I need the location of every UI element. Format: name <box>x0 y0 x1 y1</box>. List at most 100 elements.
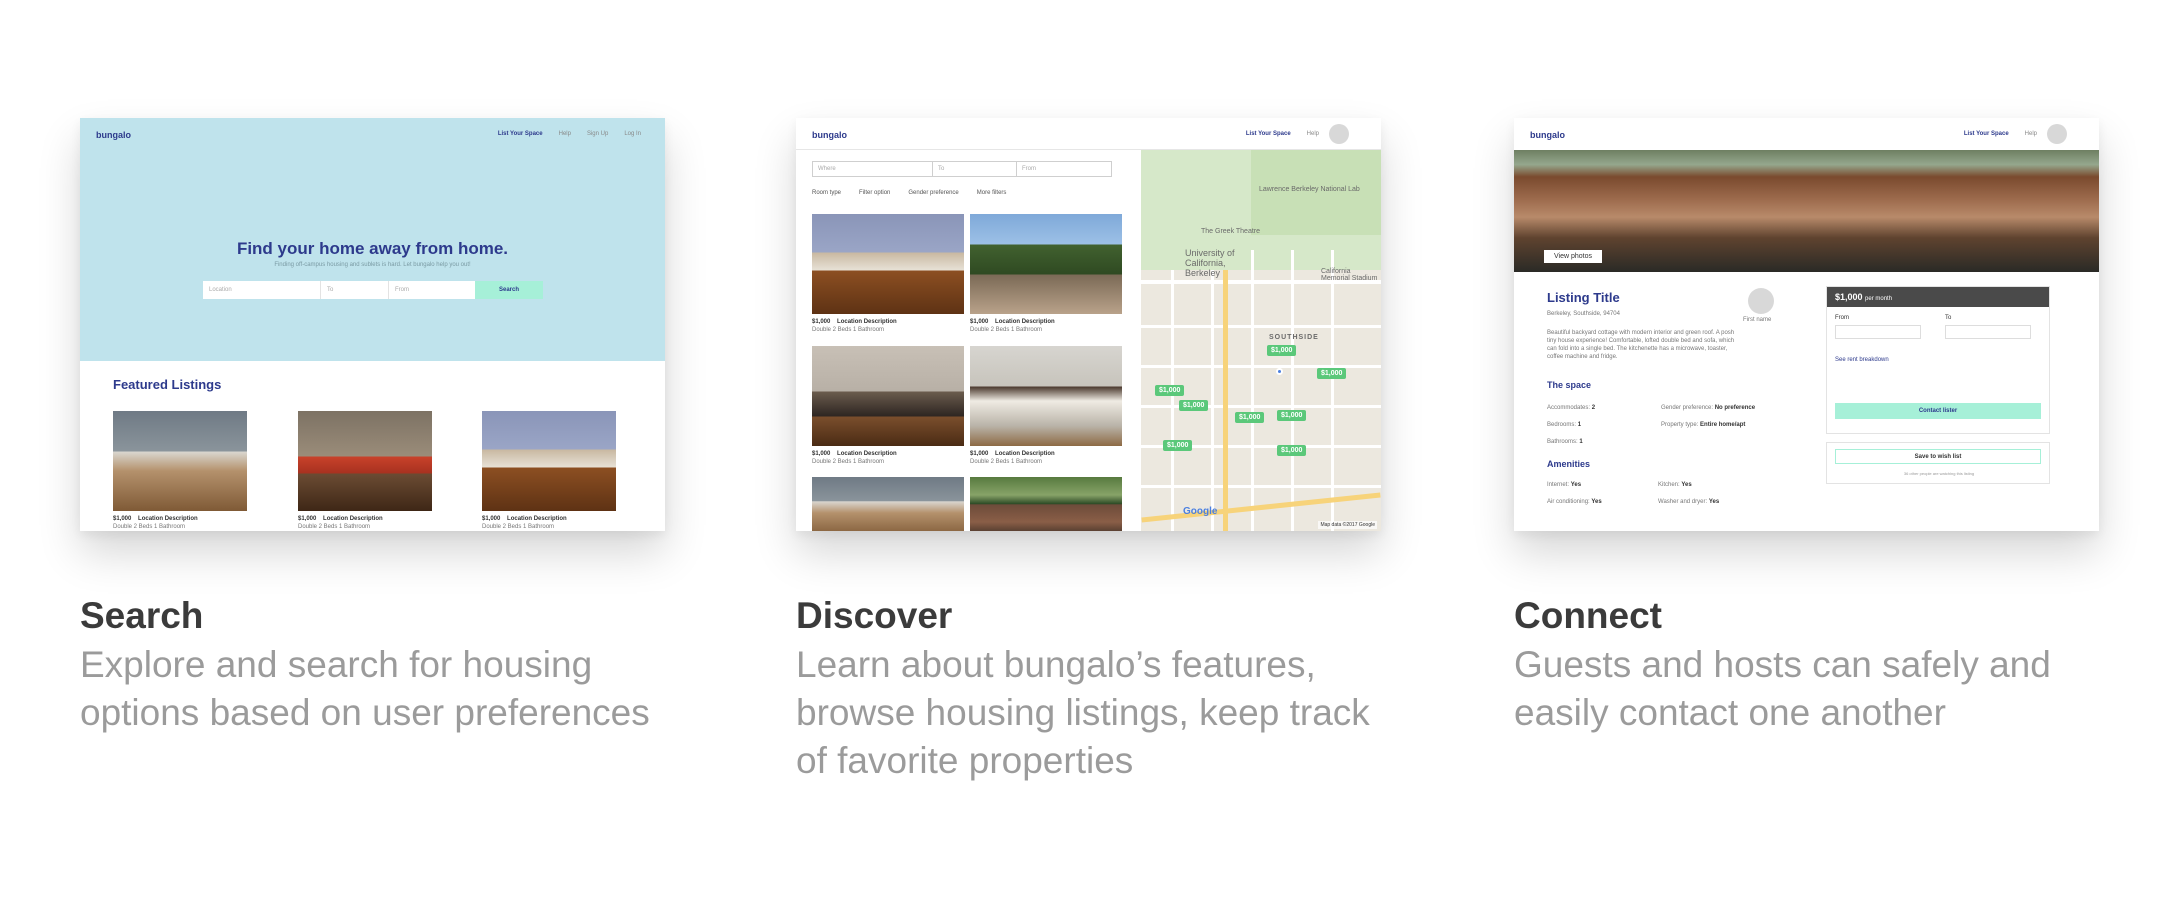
logo[interactable]: bungalo <box>1530 130 1565 140</box>
nav-log-in[interactable]: Log In <box>624 131 641 137</box>
listing-photo[interactable] <box>812 346 964 446</box>
map-label: University of California, Berkeley <box>1185 248 1235 278</box>
to-label: To <box>1945 315 1952 321</box>
nav-list-your-space[interactable]: List Your Space <box>1246 131 1291 137</box>
map-road <box>1141 325 1381 328</box>
hero-subtitle: Finding off-campus housing and sublets i… <box>274 262 471 268</box>
space-item: Property type: Entire home/apt <box>1661 422 1746 428</box>
price-period: per month <box>1865 296 1893 302</box>
listing-photo[interactable] <box>970 477 1122 531</box>
to-input[interactable]: To <box>933 162 1017 176</box>
price-pin[interactable]: $1,000 <box>1163 440 1193 451</box>
price-header: $1,000 per month <box>1827 287 2049 307</box>
filter-option[interactable]: Filter option <box>859 190 890 196</box>
price-pin[interactable]: $1,000 <box>1267 345 1297 356</box>
from-input[interactable]: From <box>1017 162 1111 176</box>
logo[interactable]: bungalo <box>96 130 131 140</box>
listing-photo[interactable] <box>298 411 432 511</box>
map-label: SOUTHSIDE <box>1269 334 1319 341</box>
space-item: Bedrooms: 1 <box>1547 422 1582 428</box>
panel-title: Connect <box>1514 595 1662 636</box>
map-highway <box>1141 492 1381 523</box>
listing-address: Berkeley, Southside, 94704 <box>1547 311 1620 317</box>
listing-photo[interactable] <box>812 214 964 314</box>
nav-help[interactable]: Help <box>1307 131 1319 137</box>
map-road <box>1331 250 1334 531</box>
listing-details: Double 2 Beds 1 Bathroom <box>812 327 885 333</box>
listing-photo[interactable] <box>482 411 616 511</box>
listing-card-text: $1,000 Location Description Double 2 Bed… <box>113 515 198 531</box>
panel-description: Learn about bungalo’s features, browse h… <box>796 644 1370 781</box>
listing-photo[interactable] <box>812 477 964 531</box>
map-road <box>1141 405 1381 408</box>
host-avatar[interactable] <box>1748 288 1774 314</box>
filter-gender-preference[interactable]: Gender preference <box>908 190 958 196</box>
space-heading: The space <box>1547 380 1592 390</box>
price-pin[interactable]: $1,000 <box>1277 445 1307 456</box>
listing-title: Listing Title <box>1547 290 1620 305</box>
price-pin[interactable]: $1,000 <box>1155 385 1185 396</box>
map-credit: Map data ©2017 Google <box>1318 521 1377 529</box>
location-input[interactable]: Location <box>203 281 321 299</box>
listing-price: $1,000 <box>970 451 989 457</box>
listing-location: Location Description <box>995 319 1055 325</box>
listing-photo[interactable] <box>970 346 1122 446</box>
avatar[interactable] <box>2047 124 2067 144</box>
to-input[interactable]: To <box>321 281 389 299</box>
date-search-bar: Where To From <box>812 161 1112 177</box>
map[interactable]: Lawrence Berkeley National Lab The Greek… <box>1141 150 1381 531</box>
map-label: California Memorial Stadium <box>1321 268 1378 282</box>
search-button[interactable]: Search <box>475 281 543 299</box>
listing-location: Location Description <box>507 516 567 522</box>
discover-screenshot: bungalo List Your Space Help Where To Fr… <box>796 118 1381 531</box>
listing-photo[interactable] <box>970 214 1122 314</box>
connect-screenshot: bungalo List Your Space Help View photos… <box>1514 118 2099 531</box>
nav-help[interactable]: Help <box>2025 131 2037 137</box>
filter-more[interactable]: More filters <box>977 190 1007 196</box>
map-road <box>1291 250 1294 531</box>
listing-price: $1,000 <box>812 319 831 325</box>
price-pin[interactable]: $1,000 <box>1235 412 1265 423</box>
listing-location: Location Description <box>837 451 897 457</box>
logo[interactable]: bungalo <box>812 130 847 140</box>
from-date-input[interactable] <box>1835 325 1921 339</box>
filter-room-type[interactable]: Room type <box>812 190 841 196</box>
view-photos-button[interactable]: View photos <box>1544 250 1603 263</box>
search-bar: Location To From Search <box>203 281 543 299</box>
listing-card-text: $1,000 Location Description Double 2 Bed… <box>482 515 567 531</box>
where-input[interactable]: Where <box>813 162 933 176</box>
nav-list-your-space[interactable]: List Your Space <box>1964 131 2009 137</box>
map-road <box>1251 250 1254 531</box>
avatar[interactable] <box>1329 124 1349 144</box>
listing-details: Double 2 Beds 1 Bathroom <box>298 524 371 530</box>
space-item: Accommodates: 2 <box>1547 405 1596 411</box>
featured-title: Featured Listings <box>113 377 222 392</box>
amenity-item: Washer and dryer: Yes <box>1658 499 1720 505</box>
save-to-wishlist-button[interactable]: Save to wish list <box>1835 449 2041 464</box>
listing-card-text: $1,000 Location Description Double 2 Bed… <box>970 450 1055 466</box>
top-nav: bungalo List Your Space Help Sign Up Log… <box>80 118 665 150</box>
price-pin[interactable]: $1,000 <box>1317 368 1347 379</box>
nav-list-your-space[interactable]: List Your Space <box>498 131 543 137</box>
amenities-left-list: Internet: Yes Air conditioning: Yes <box>1547 477 1602 511</box>
contact-lister-button[interactable]: Contact lister <box>1835 403 2041 419</box>
rent-breakdown-link[interactable]: See rent breakdown <box>1835 357 1889 363</box>
nav-help[interactable]: Help <box>559 131 571 137</box>
amenity-item: Air conditioning: Yes <box>1547 499 1602 505</box>
price-pin[interactable]: $1,000 <box>1179 400 1209 411</box>
from-input[interactable]: From <box>389 281 475 299</box>
nav-sign-up[interactable]: Sign Up <box>587 131 608 137</box>
panel-discover: bungalo List Your Space Help Where To Fr… <box>796 118 1381 785</box>
filter-bar: Room type Filter option Gender preferenc… <box>812 190 1006 196</box>
listing-photo[interactable] <box>113 411 247 511</box>
host-name: First name <box>1743 317 1772 323</box>
listing-card-text: $1,000 Location Description Double 2 Bed… <box>298 515 383 531</box>
map-highway <box>1223 270 1228 531</box>
amenities-right-list: Kitchen: Yes Washer and dryer: Yes <box>1658 477 1719 511</box>
map-road <box>1141 485 1381 488</box>
space-item: Bathrooms: 1 <box>1547 439 1583 445</box>
to-date-input[interactable] <box>1945 325 2031 339</box>
map-label: The Greek Theatre <box>1201 228 1261 235</box>
nav-links: List Your Space Help <box>1246 131 1319 137</box>
price-pin[interactable]: $1,000 <box>1277 410 1307 421</box>
